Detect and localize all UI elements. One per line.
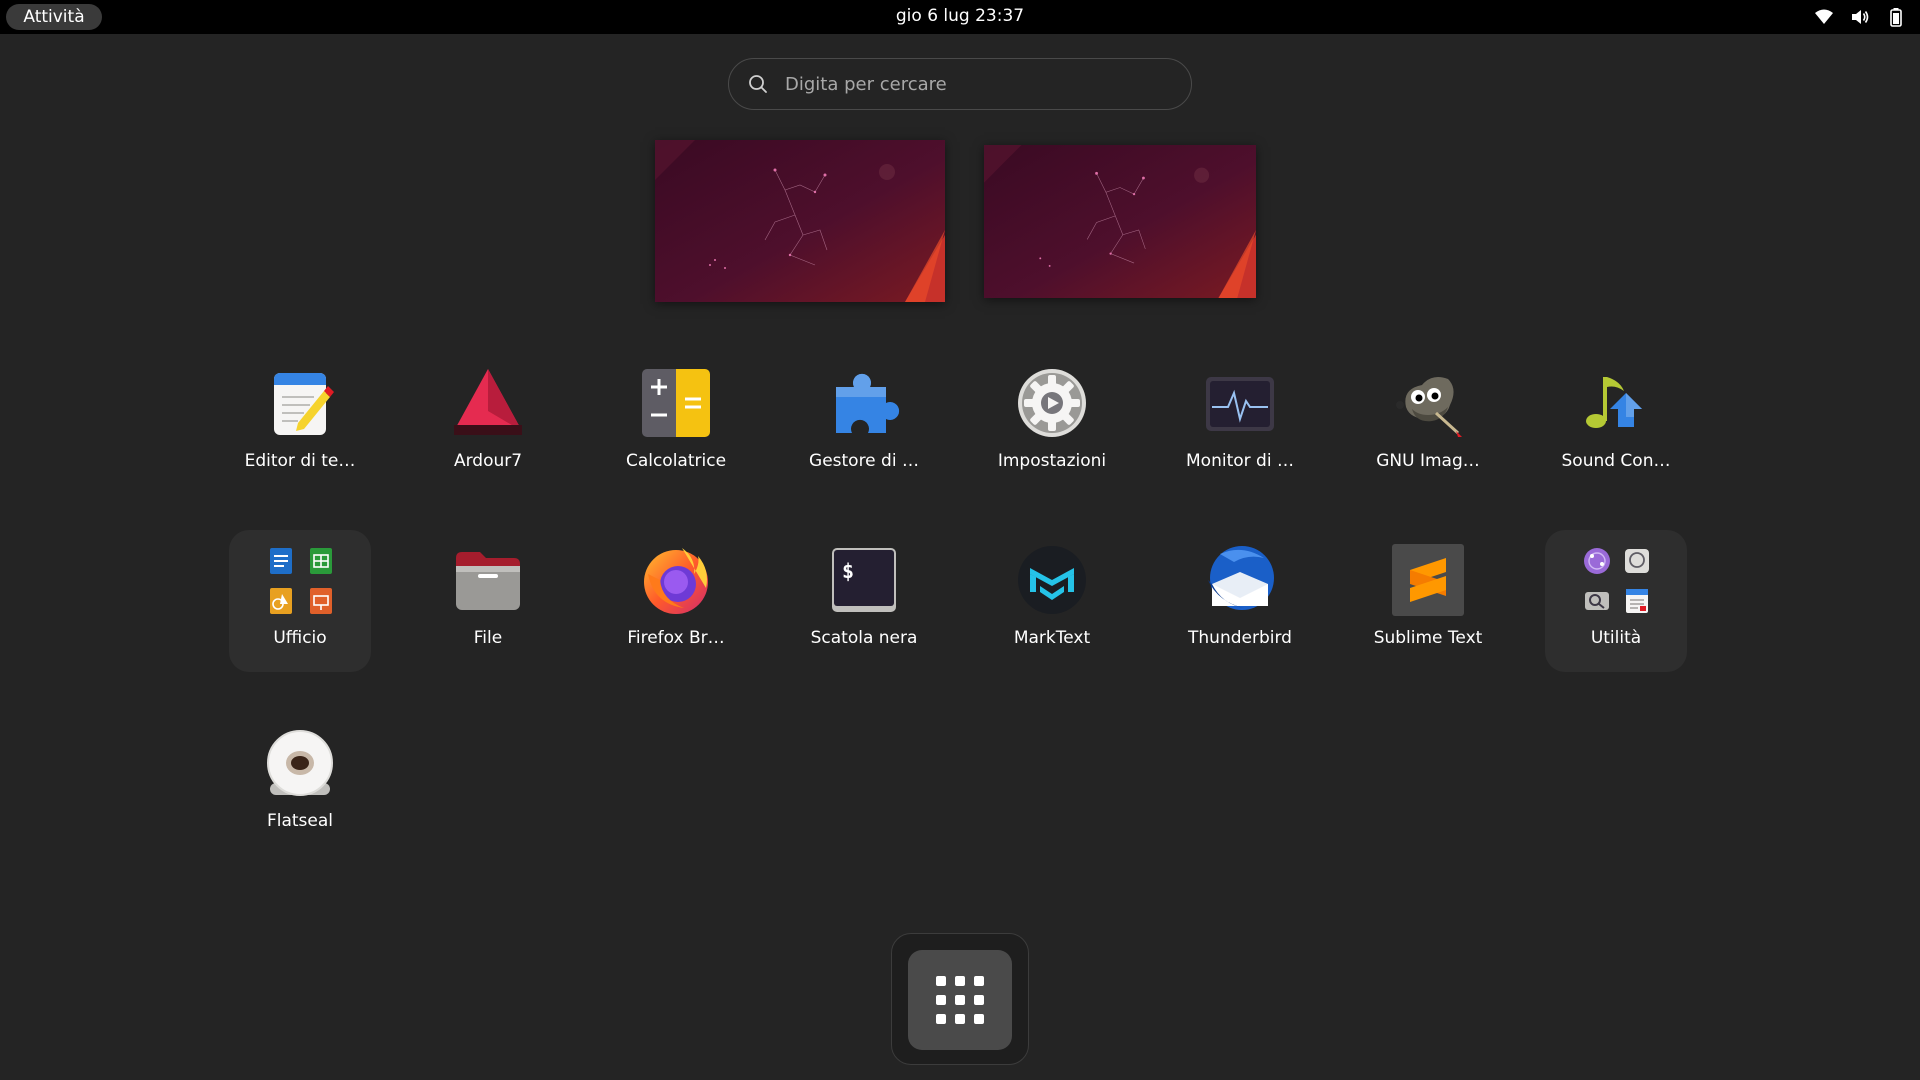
app-label: Monitor di …: [1186, 451, 1294, 471]
app-flatseal[interactable]: Flatseal: [229, 713, 371, 855]
app-label: Firefox Br…: [627, 628, 725, 648]
app-ardour[interactable]: Ardour7: [417, 353, 559, 495]
app-label: Scatola nera: [810, 628, 918, 648]
top-bar: Attività gio 6 lug 23:37: [0, 0, 1920, 34]
app-gimp[interactable]: GNU Imag…: [1357, 353, 1499, 495]
search-icon: [749, 75, 767, 93]
app-sublime-text[interactable]: Sublime Text: [1357, 530, 1499, 672]
app-label: MarkText: [1013, 628, 1091, 648]
app-text-editor[interactable]: Editor di te…: [229, 353, 371, 495]
folder-utilities[interactable]: Utilità: [1545, 530, 1687, 672]
app-black-box[interactable]: $ Scatola nera: [793, 530, 935, 672]
app-calculator[interactable]: Calcolatrice: [605, 353, 747, 495]
document-viewer-icon: [1626, 589, 1648, 613]
show-apps-button[interactable]: [908, 950, 1012, 1050]
search-input[interactable]: [783, 64, 1173, 104]
app-label: Utilità: [1590, 628, 1642, 648]
app-sound-converter[interactable]: Sound Con…: [1545, 353, 1687, 495]
app-label: Ardour7: [453, 451, 523, 471]
app-label: Impostazioni: [997, 451, 1107, 471]
app-label: Calcolatrice: [625, 451, 727, 471]
volume-icon[interactable]: [1850, 7, 1870, 27]
disk-icon: [1585, 592, 1609, 610]
system-tray[interactable]: [1814, 0, 1906, 34]
sublime-text-icon: [1392, 544, 1464, 616]
office-folder-icon: [264, 544, 336, 616]
app-label: Editor di te…: [244, 451, 356, 471]
folder-office[interactable]: Ufficio: [229, 530, 371, 672]
draw-icon: [270, 588, 292, 614]
writer-icon: [270, 548, 292, 574]
files-icon: [452, 544, 524, 616]
workspace-thumbnail-2[interactable]: [984, 145, 1256, 298]
thunderbird-icon: [1204, 544, 1276, 616]
app-firefox[interactable]: Firefox Br…: [605, 530, 747, 672]
dock: [891, 933, 1029, 1065]
app-label: Ufficio: [273, 628, 327, 648]
marktext-icon: [1016, 544, 1088, 616]
search-bar[interactable]: [728, 58, 1192, 110]
impress-icon: [310, 588, 332, 614]
gimp-icon: [1392, 367, 1464, 439]
app-settings[interactable]: Impostazioni: [981, 353, 1123, 495]
app-grid-icon: [936, 976, 984, 1024]
network-icon: [1584, 548, 1610, 574]
svg-text:$: $: [842, 559, 854, 583]
clock-container: gio 6 lug 23:37: [0, 0, 1920, 34]
app-label: File: [473, 628, 503, 648]
app-files[interactable]: File: [417, 530, 559, 672]
calculator-icon: [640, 367, 712, 439]
ardour-icon: [452, 367, 524, 439]
app-label: Flatseal: [266, 811, 334, 831]
wallpaper-image: [655, 140, 945, 302]
flatseal-icon: [264, 727, 336, 799]
extension-manager-icon: [828, 367, 900, 439]
app-system-monitor[interactable]: Monitor di …: [1169, 353, 1311, 495]
app-thunderbird[interactable]: Thunderbird: [1169, 530, 1311, 672]
workspace-thumbnail-1[interactable]: [655, 140, 945, 302]
terminal-icon: $: [828, 544, 900, 616]
text-editor-icon: [264, 367, 336, 439]
activities-button[interactable]: Attività: [6, 4, 102, 30]
calc-icon: [310, 548, 332, 574]
app-marktext[interactable]: MarkText: [981, 530, 1123, 672]
app-label: Gestore di …: [809, 451, 919, 471]
app-label: Sound Con…: [1561, 451, 1671, 471]
sound-converter-icon: [1580, 367, 1652, 439]
system-monitor-icon: [1204, 367, 1276, 439]
utilities-folder-icon: [1580, 544, 1652, 616]
settings-icon: [1016, 367, 1088, 439]
chat-icon: [1625, 549, 1649, 573]
battery-icon[interactable]: [1886, 7, 1906, 27]
app-extension-manager[interactable]: Gestore di …: [793, 353, 935, 495]
app-label: GNU Imag…: [1376, 451, 1480, 471]
app-label: Thunderbird: [1188, 628, 1292, 648]
clock[interactable]: gio 6 lug 23:37: [896, 6, 1024, 26]
app-label: Sublime Text: [1373, 628, 1483, 648]
wifi-icon[interactable]: [1814, 7, 1834, 27]
firefox-icon: [640, 544, 712, 616]
wallpaper-image: [984, 145, 1256, 298]
